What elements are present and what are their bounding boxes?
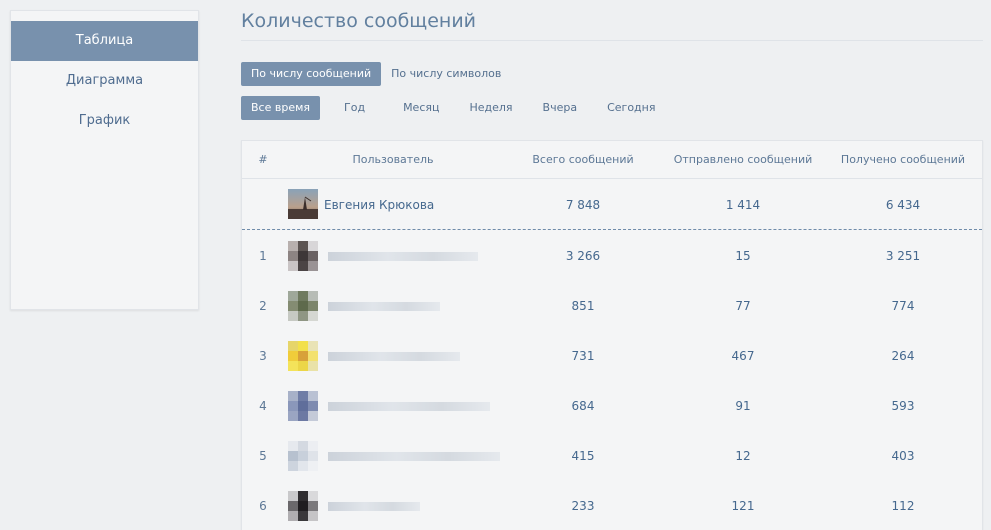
row-rank: 2 xyxy=(259,299,267,313)
table-row: 2 851 77 774 xyxy=(242,281,982,331)
row-sent: 91 xyxy=(735,399,751,413)
row-sent: 12 xyxy=(735,449,751,463)
avatar[interactable] xyxy=(288,491,318,521)
row-total: 684 xyxy=(571,399,595,413)
user-name-blurred[interactable] xyxy=(328,502,420,511)
period-week-button[interactable]: Неделя xyxy=(459,96,522,120)
avatar[interactable] xyxy=(288,391,318,421)
row-total: 233 xyxy=(571,499,595,513)
sidebar-item-diagram[interactable]: Диаграмма xyxy=(11,61,198,101)
table-row: 6 233 121 112 xyxy=(242,481,982,530)
avatar[interactable] xyxy=(288,189,318,219)
row-received: 3 251 xyxy=(885,249,921,263)
current-user-row: Евгения Крюкова 7 848 1 414 6 434 xyxy=(242,180,982,230)
table-header: # Пользователь Всего сообщений Отправлен… xyxy=(242,141,982,179)
metric-filter: По числу сообщений По числу символов xyxy=(241,62,511,86)
row-rank: 1 xyxy=(259,249,267,263)
current-user-name[interactable]: Евгения Крюкова xyxy=(324,180,434,230)
row-sent: 77 xyxy=(735,299,751,313)
row-received: 403 xyxy=(891,449,915,463)
table-row: 1 3 266 15 3 251 xyxy=(242,231,982,281)
row-total: 851 xyxy=(571,299,595,313)
table-row: 5 415 12 403 xyxy=(242,431,982,481)
column-header-received: Получено сообщений xyxy=(840,153,966,166)
current-user-received: 6 434 xyxy=(885,198,921,212)
table-row: 4 684 91 593 xyxy=(242,381,982,431)
column-header-rank: # xyxy=(258,153,268,166)
row-rank: 3 xyxy=(259,349,267,363)
row-rank: 5 xyxy=(259,449,267,463)
row-sent: 121 xyxy=(731,499,755,513)
table-row: 3 731 467 264 xyxy=(242,331,982,381)
row-received: 774 xyxy=(891,299,915,313)
column-header-total: Всего сообщений xyxy=(532,153,634,166)
period-today-button[interactable]: Сегодня xyxy=(597,96,665,120)
avatar[interactable] xyxy=(288,291,318,321)
period-all-time-button[interactable]: Все время xyxy=(241,96,321,120)
period-filter: Все время Год Месяц Неделя Вчера Сегодня xyxy=(241,96,675,120)
sidebar-item-graph[interactable]: График xyxy=(11,101,198,141)
stats-table: # Пользователь Всего сообщений Отправлен… xyxy=(241,140,983,530)
avatar[interactable] xyxy=(288,241,318,271)
user-name-blurred[interactable] xyxy=(328,352,460,361)
filter-by-messages-button[interactable]: По числу сообщений xyxy=(241,62,382,86)
row-received: 264 xyxy=(891,349,915,363)
row-total: 3 266 xyxy=(565,249,601,263)
row-sent: 467 xyxy=(731,349,755,363)
row-received: 593 xyxy=(891,399,915,413)
filter-by-characters-button[interactable]: По числу символов xyxy=(381,62,511,86)
avatar[interactable] xyxy=(288,441,318,471)
period-month-button[interactable]: Месяц xyxy=(393,96,449,120)
current-user-total: 7 848 xyxy=(565,198,601,212)
avatar[interactable] xyxy=(288,341,318,371)
row-received: 112 xyxy=(891,499,915,513)
user-name-blurred[interactable] xyxy=(328,452,500,461)
row-rank: 4 xyxy=(259,399,267,413)
row-total: 731 xyxy=(571,349,595,363)
current-user-sent: 1 414 xyxy=(725,198,761,212)
title-divider xyxy=(241,40,983,41)
period-year-button[interactable]: Год xyxy=(334,96,375,120)
column-header-user: Пользователь xyxy=(352,153,434,166)
user-name-blurred[interactable] xyxy=(328,252,478,261)
sidebar: Таблица Диаграмма График xyxy=(10,10,199,310)
row-sent: 15 xyxy=(735,249,751,263)
user-name-blurred[interactable] xyxy=(328,302,440,311)
page-title: Количество сообщений xyxy=(241,10,477,32)
row-rank: 6 xyxy=(259,499,267,513)
period-yesterday-button[interactable]: Вчера xyxy=(533,96,588,120)
row-total: 415 xyxy=(571,449,595,463)
user-name-blurred[interactable] xyxy=(328,402,490,411)
column-header-sent: Отправлено сообщений xyxy=(673,153,813,166)
sidebar-item-table[interactable]: Таблица xyxy=(11,21,198,61)
